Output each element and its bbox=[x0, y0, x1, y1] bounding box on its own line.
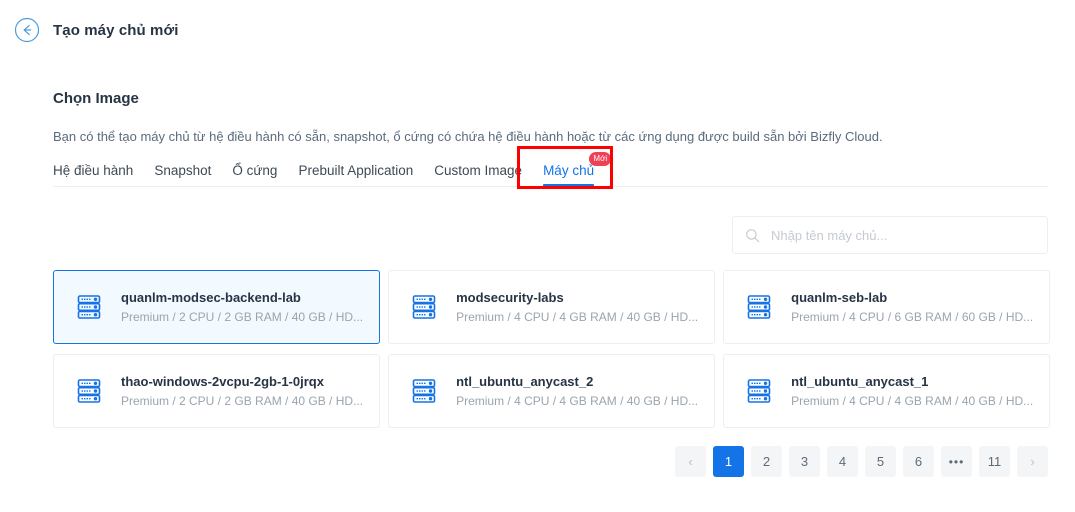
tab-prebuilt-application[interactable]: Prebuilt Application bbox=[298, 163, 413, 186]
server-card[interactable]: modsecurity-labs Premium / 4 CPU / 4 GB … bbox=[388, 270, 716, 344]
tab-label: Hệ điều hành bbox=[53, 163, 134, 178]
pagination-page-11[interactable]: 11 bbox=[979, 446, 1010, 477]
server-card[interactable]: thao-windows-2vcpu-2gb-1-0jrqx Premium /… bbox=[53, 354, 381, 428]
tab-may-chu[interactable]: Máy chủ Mới bbox=[543, 152, 612, 187]
tab-label: Snapshot bbox=[154, 163, 212, 178]
back-button[interactable] bbox=[14, 17, 40, 43]
tab-label: Ổ cứng bbox=[232, 163, 278, 178]
server-name: thao-windows-2vcpu-2gb-1-0jrqx bbox=[121, 374, 324, 389]
card-text: modsecurity-labs Premium / 4 CPU / 4 GB … bbox=[456, 290, 698, 324]
server-cards-grid: quanlm-modsec-backend-lab Premium / 2 CP… bbox=[53, 270, 1051, 428]
search-input[interactable] bbox=[769, 226, 1035, 244]
server-card[interactable]: quanlm-seb-lab Premium / 4 CPU / 6 GB RA… bbox=[723, 270, 1051, 344]
server-card[interactable]: quanlm-modsec-backend-lab Premium / 2 CP… bbox=[53, 270, 381, 344]
pagination-prev-button[interactable]: ‹ bbox=[675, 446, 706, 477]
pagination: ‹ 1 2 3 4 5 6 ••• 11 › bbox=[53, 446, 1048, 477]
tabs-container: Hệ điều hành Snapshot Ổ cứng Prebuilt Ap… bbox=[53, 146, 1048, 189]
back-arrow-circle-icon bbox=[14, 17, 40, 43]
card-text: ntl_ubuntu_anycast_1 Premium / 4 CPU / 4… bbox=[791, 374, 1033, 408]
page-header: Tạo máy chủ mới bbox=[0, 0, 1075, 43]
tab-label: Máy chủ bbox=[543, 163, 595, 178]
server-name: ntl_ubuntu_anycast_2 bbox=[456, 374, 594, 389]
pagination-page-2[interactable]: 2 bbox=[751, 446, 782, 477]
server-specs: Premium / 2 CPU / 2 GB RAM / 40 GB / HD.… bbox=[121, 394, 364, 408]
server-specs: Premium / 4 CPU / 4 GB RAM / 40 GB / HD.… bbox=[456, 310, 699, 324]
card-text: thao-windows-2vcpu-2gb-1-0jrqx Premium /… bbox=[121, 374, 363, 408]
server-icon bbox=[408, 291, 440, 323]
server-specs: Premium / 2 CPU / 2 GB RAM / 40 GB / HD.… bbox=[121, 310, 364, 324]
server-card[interactable]: ntl_ubuntu_anycast_2 Premium / 4 CPU / 4… bbox=[388, 354, 716, 428]
image-source-tabs: Hệ điều hành Snapshot Ổ cứng Prebuilt Ap… bbox=[53, 152, 1048, 187]
tab-snapshot[interactable]: Snapshot bbox=[154, 163, 211, 186]
server-name: quanlm-modsec-backend-lab bbox=[121, 290, 301, 305]
server-specs: Premium / 4 CPU / 4 GB RAM / 40 GB / HD.… bbox=[791, 394, 1034, 408]
pagination-page-4[interactable]: 4 bbox=[827, 446, 858, 477]
pagination-ellipsis[interactable]: ••• bbox=[941, 446, 972, 477]
pagination-page-5[interactable]: 5 bbox=[865, 446, 896, 477]
server-specs: Premium / 4 CPU / 4 GB RAM / 40 GB / HD.… bbox=[456, 394, 699, 408]
main-content: Chọn Image Bạn có thể tạo máy chủ từ hệ … bbox=[0, 90, 1075, 477]
tab-label: Custom Image bbox=[434, 163, 523, 178]
server-icon bbox=[73, 375, 105, 407]
page-title: Tạo máy chủ mới bbox=[53, 21, 179, 39]
server-icon bbox=[743, 375, 775, 407]
server-name: modsecurity-labs bbox=[456, 290, 564, 305]
pagination-page-1[interactable]: 1 bbox=[713, 446, 744, 477]
pagination-page-3[interactable]: 3 bbox=[789, 446, 820, 477]
tab-new-badge: Mới bbox=[589, 152, 612, 166]
server-specs: Premium / 4 CPU / 6 GB RAM / 60 GB / HD.… bbox=[791, 310, 1034, 324]
tab-custom-image[interactable]: Custom Image bbox=[434, 163, 522, 186]
tab-o-cung[interactable]: Ổ cứng bbox=[232, 163, 277, 186]
server-card[interactable]: ntl_ubuntu_anycast_1 Premium / 4 CPU / 4… bbox=[723, 354, 1051, 428]
search-icon bbox=[746, 228, 760, 242]
section-description: Bạn có thể tạo máy chủ từ hệ điều hành c… bbox=[53, 129, 883, 144]
card-text: quanlm-seb-lab Premium / 4 CPU / 6 GB RA… bbox=[791, 290, 1033, 324]
server-name: quanlm-seb-lab bbox=[791, 290, 888, 305]
server-icon bbox=[408, 375, 440, 407]
tab-label: Prebuilt Application bbox=[298, 163, 414, 178]
search-row bbox=[53, 216, 1048, 254]
search-box[interactable] bbox=[732, 216, 1048, 254]
pagination-next-button[interactable]: › bbox=[1017, 446, 1048, 477]
card-text: quanlm-modsec-backend-lab Premium / 2 CP… bbox=[121, 290, 363, 324]
server-name: ntl_ubuntu_anycast_1 bbox=[791, 374, 929, 389]
card-text: ntl_ubuntu_anycast_2 Premium / 4 CPU / 4… bbox=[456, 374, 698, 408]
section-title: Chọn Image bbox=[53, 90, 139, 107]
server-icon bbox=[73, 291, 105, 323]
pagination-page-6[interactable]: 6 bbox=[903, 446, 934, 477]
tab-he-dieu-hanh[interactable]: Hệ điều hành bbox=[53, 163, 133, 186]
server-icon bbox=[743, 291, 775, 323]
